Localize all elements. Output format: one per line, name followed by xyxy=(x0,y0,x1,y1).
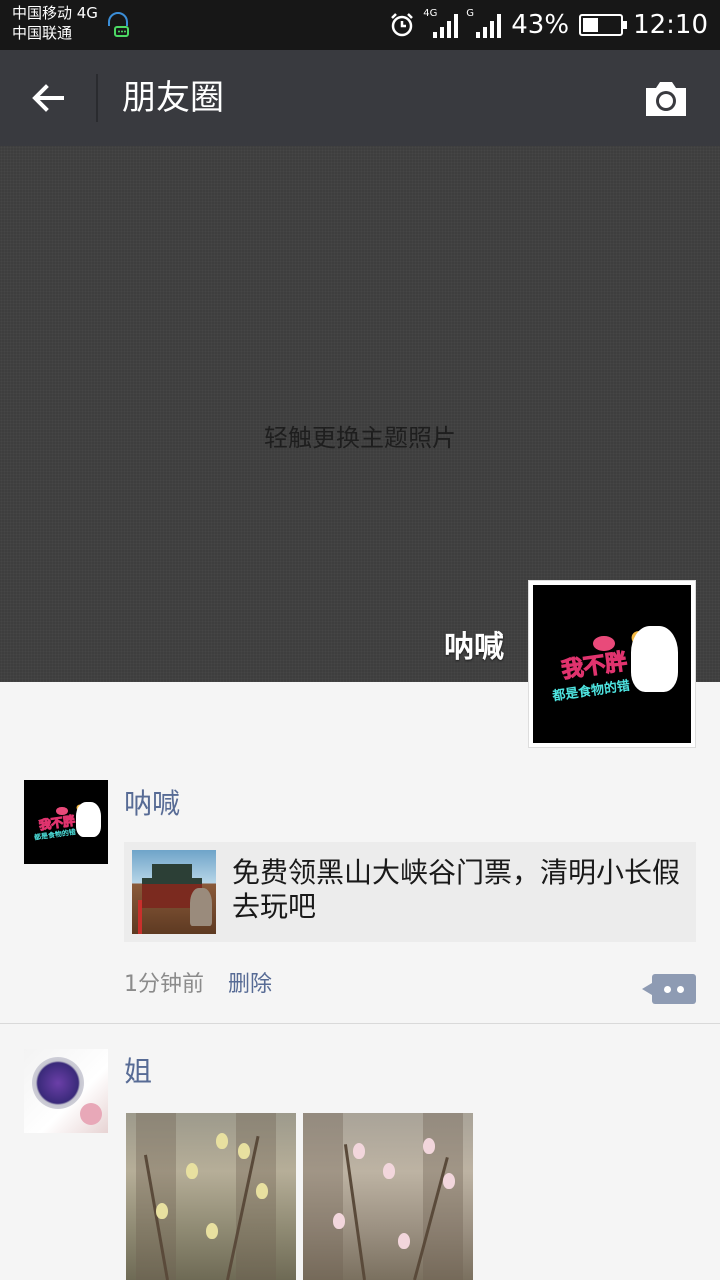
signal-4g-tag: 4G xyxy=(423,8,438,19)
post-time: 1分钟前 xyxy=(124,972,204,997)
hand-graphic xyxy=(630,626,679,693)
carrier-1: 中国移动 4G xyxy=(12,4,98,22)
cover-user-name: 呐喊 xyxy=(444,630,504,665)
post-author[interactable]: 呐喊 xyxy=(124,786,180,822)
page-title: 朋友圈 xyxy=(122,78,224,118)
shared-link-thumbnail xyxy=(132,850,216,934)
status-bar: 中国移动 4G 中国联通 4G G 43% 12:10 xyxy=(0,0,720,50)
carrier-info: 中国移动 4G 中国联通 xyxy=(12,3,98,43)
shared-link-title: 免费领黑山大峡谷门票，清明小长假去玩吧 xyxy=(232,856,681,923)
clock: 12:10 xyxy=(633,10,708,40)
top-nav-bar: 朋友圈 xyxy=(0,50,720,146)
headset-notification-icon xyxy=(108,12,129,37)
cover-hint: 轻触更换主题照片 xyxy=(264,424,456,452)
post-photo[interactable] xyxy=(303,1113,473,1280)
battery-percent: 43% xyxy=(511,10,570,40)
shared-link-card[interactable]: 免费领黑山大峡谷门票，清明小长假去玩吧 xyxy=(124,842,696,942)
back-arrow-icon[interactable] xyxy=(26,76,70,120)
feed-post: 我不胖 都是食物的错 呐喊 免费领黑山大峡谷门票，清明小长假去玩吧 1分钟前 删… xyxy=(0,748,720,1024)
comment-menu-icon[interactable] xyxy=(642,974,696,1004)
signal-g-tag: G xyxy=(466,8,475,19)
battery-icon xyxy=(579,14,628,36)
signal-4g-icon: 4G xyxy=(423,8,459,38)
camera-icon[interactable] xyxy=(642,78,690,120)
avatar-artwork-small: 我不胖 都是食物的错 xyxy=(24,780,108,864)
post-author[interactable]: 姐 xyxy=(124,1054,152,1090)
carrier-2: 中国联通 xyxy=(12,24,73,42)
feed-post: 姐 xyxy=(0,1025,720,1280)
post-photo[interactable] xyxy=(126,1113,296,1280)
signal-g-icon: G xyxy=(466,8,502,38)
alarm-icon xyxy=(391,13,414,37)
avatar-artwork: 我不胖 都是食物的错 xyxy=(533,585,691,743)
delete-button[interactable]: 删除 xyxy=(228,966,272,998)
post-avatar[interactable] xyxy=(24,1049,108,1133)
post-avatar[interactable]: 我不胖 都是食物的错 xyxy=(24,780,108,864)
profile-avatar[interactable]: 我不胖 都是食物的错 xyxy=(528,580,696,748)
nav-divider xyxy=(96,74,98,122)
